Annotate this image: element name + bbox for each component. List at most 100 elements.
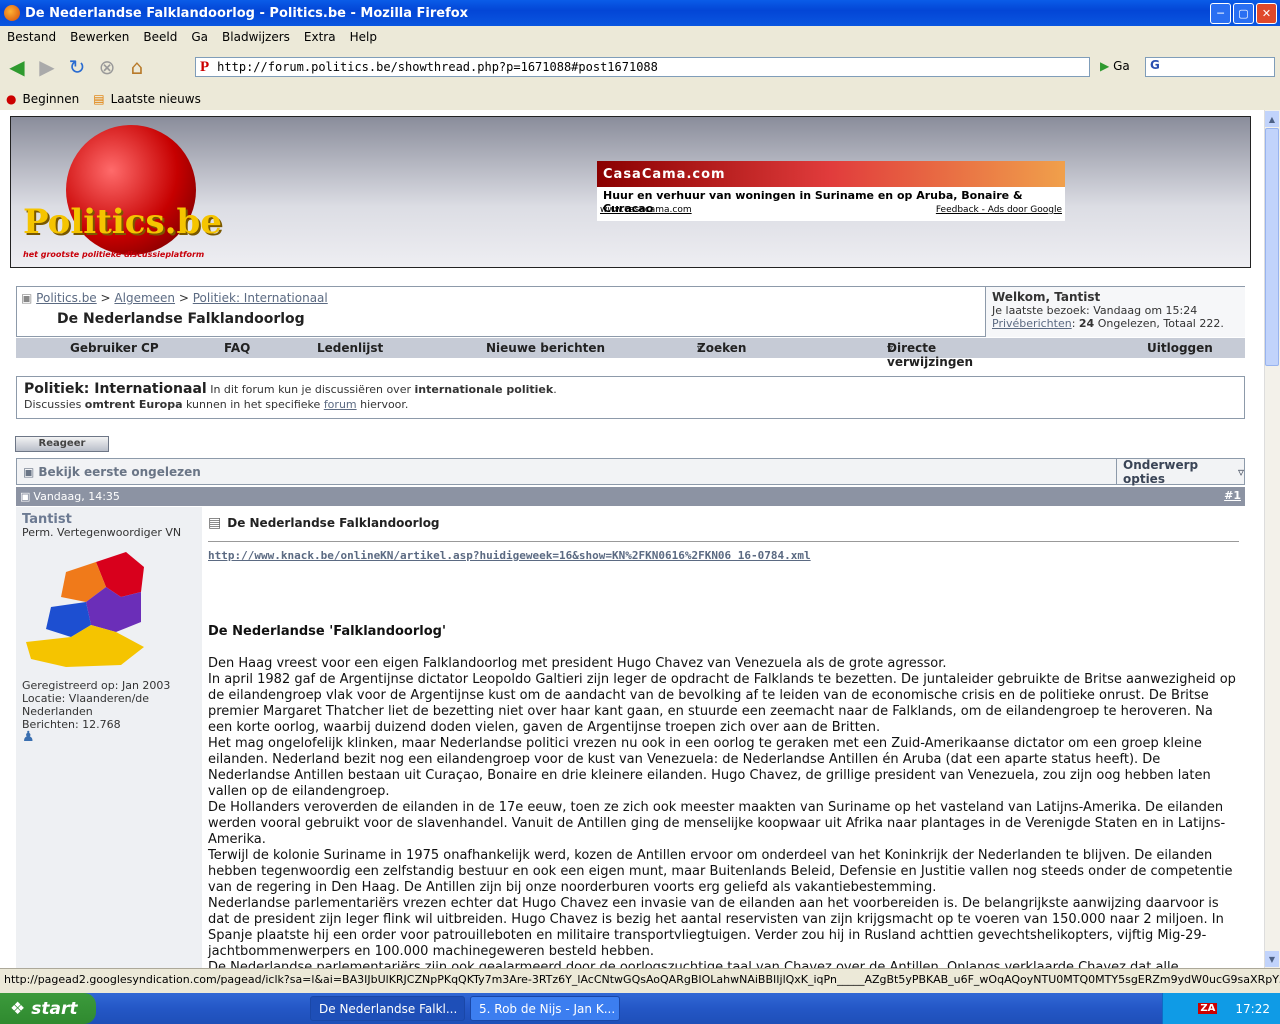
user-location: Locatie: Vlaanderen/de Nederlanden <box>22 692 150 718</box>
post-body: ▤ De Nederlandse Falklandoorlog http://w… <box>202 507 1245 968</box>
menu-bladwijzers[interactable]: Bladwijzers <box>215 30 297 44</box>
nav-uitloggen[interactable]: Uitloggen <box>1147 341 1213 355</box>
go-icon: ▶ <box>1100 59 1110 73</box>
last-visit: Je laatste bezoek: Vandaag om 15:24 <box>992 304 1198 317</box>
window-title: De Nederlandse Falklandoorlog - Politics… <box>25 5 469 21</box>
first-unread-bar: ▣ Bekijk eerste ongelezen Onderwerp opti… <box>16 458 1245 486</box>
crumb-sep: > <box>100 291 111 305</box>
google-icon: G <box>1150 58 1160 72</box>
task-firefox[interactable]: De Nederlandse Falkl... <box>310 996 465 1021</box>
thread-options-button[interactable]: Onderwerp opties ▿ <box>1116 458 1244 486</box>
paragraph: Het mag ongelofelijk klinken, maar Neder… <box>208 736 1211 799</box>
post-title-text: De Nederlandse Falklandoorlog <box>227 516 440 530</box>
username-link[interactable]: Tantist <box>22 513 196 526</box>
paragraph: Nederlandse parlementariërs vrezen echte… <box>208 896 1224 959</box>
bookmark-beginnen[interactable]: Beginnen <box>22 92 79 106</box>
stop-icon[interactable]: ⊗ <box>94 54 120 80</box>
close-button[interactable]: ✕ <box>1256 3 1277 24</box>
bookmarks-toolbar: ● Beginnen ▤ Laatste nieuws <box>0 88 1280 110</box>
avatar <box>26 547 146 669</box>
advertisement[interactable]: CasaCama.com Huur en verhuur van woninge… <box>597 161 1065 221</box>
menu-bewerken[interactable]: Bewerken <box>63 30 136 44</box>
forum-info: Politiek: Internationaal In dit forum ku… <box>16 376 1245 419</box>
article-heading: De Nederlandse 'Falklandoorlog' <box>208 624 446 639</box>
document-icon: ▤ <box>208 515 222 531</box>
nav-directe-verwijzingen[interactable]: Directe verwijzingen ▿ <box>887 341 973 369</box>
minimize-button[interactable]: ─ <box>1210 3 1231 24</box>
forum-link[interactable]: forum <box>324 398 357 411</box>
ad-title[interactable]: CasaCama.com <box>597 161 1065 187</box>
ad-url[interactable]: www.casacama.com <box>600 205 692 219</box>
menu-bestand[interactable]: Bestand <box>0 30 63 44</box>
user-title: Perm. Vertegenwoordiger VN <box>22 526 182 539</box>
search-input[interactable]: G <box>1145 57 1275 77</box>
firefox-icon <box>4 5 20 21</box>
ad-text[interactable]: Huur en verhuur van woningen in Suriname… <box>597 187 1065 215</box>
ad-feedback-link[interactable]: Feedback - Ads door Google <box>936 205 1062 219</box>
forum-name: Politiek: Internationaal <box>24 381 207 397</box>
clock: 17:22 <box>1235 1001 1270 1016</box>
scroll-down-icon[interactable]: ▼ <box>1265 951 1279 967</box>
nav-ledenlijst[interactable]: Ledenlijst <box>317 341 383 355</box>
paragraph: Den Haag vreest voor een eigen Falklando… <box>208 656 947 671</box>
url-bar[interactable]: P http://forum.politics.be/showthread.ph… <box>195 57 1090 77</box>
first-unread-link[interactable]: Bekijk eerste ongelezen <box>38 465 200 479</box>
menu-beeld[interactable]: Beeld <box>136 30 184 44</box>
crumb-politics[interactable]: Politics.be <box>36 291 97 305</box>
nav-nieuwe-berichten[interactable]: Nieuwe berichten <box>486 341 605 355</box>
forum-navbar: Gebruiker CP FAQ Ledenlijst Nieuwe beric… <box>16 338 1245 369</box>
go-button[interactable]: ▶ Ga <box>1100 59 1130 73</box>
page-title: De Nederlandse Falklandoorlog <box>57 311 305 327</box>
user-profile-icon[interactable]: ♟ <box>22 730 196 744</box>
breadcrumb: ▣ Politics.be > Algemeen > Politiek: Int… <box>16 286 1245 337</box>
site-banner: Politics.be het grootste politieke discu… <box>10 116 1251 268</box>
go-label: Ga <box>1113 59 1130 73</box>
post-header: ▣ Vandaag, 14:35 #1 <box>16 487 1245 506</box>
menubar: Bestand Bewerken Beeld Ga Bladwijzers Ex… <box>0 26 1280 48</box>
url-text: http://forum.politics.be/showthread.php?… <box>217 60 658 74</box>
article-link[interactable]: http://www.knack.be/onlineKN/artikel.asp… <box>208 549 811 562</box>
task-winamp[interactable]: 5. Rob de Nijs - Jan K... <box>470 996 620 1021</box>
user-registered: Geregistreerd op: Jan 2003 <box>22 679 171 692</box>
home-icon[interactable]: ⌂ <box>124 54 150 80</box>
folder-icon: ▣ <box>21 291 33 305</box>
post-date: Vandaag, 14:35 <box>33 490 120 503</box>
back-icon[interactable]: ◀ <box>4 54 30 80</box>
crumb-internationaal[interactable]: Politiek: Internationaal <box>193 291 328 305</box>
site-logo[interactable]: Politics.be <box>23 202 222 242</box>
system-tray: ZA 17:22 <box>1162 993 1280 1024</box>
language-indicator[interactable]: ZA <box>1198 1003 1218 1014</box>
post-status-icon: ▣ <box>20 490 31 503</box>
page-content: Politics.be het grootste politieke discu… <box>0 110 1264 968</box>
crumb-algemeen[interactable]: Algemeen <box>114 291 175 305</box>
menu-help[interactable]: Help <box>343 30 384 44</box>
netherlands-map-icon <box>26 552 144 667</box>
forward-icon[interactable]: ▶ <box>34 54 60 80</box>
window-titlebar: De Nederlandse Falklandoorlog - Politics… <box>0 0 1280 26</box>
maximize-button[interactable]: ▢ <box>1233 3 1254 24</box>
reply-button[interactable]: Reageer <box>15 436 109 452</box>
paragraph: In april 1982 gaf de Argentijnse dictato… <box>208 672 1236 735</box>
user-panel: Tantist Perm. Vertegenwoordiger VN Gereg… <box>16 507 202 968</box>
paragraph: De Nederlandse parlementariërs zijn ook … <box>208 960 1179 968</box>
private-messages-link[interactable]: Privéberichten <box>992 317 1072 330</box>
post-number-link[interactable]: #1 <box>1224 489 1241 502</box>
reload-icon[interactable]: ↻ <box>64 54 90 80</box>
scroll-up-icon[interactable]: ▲ <box>1265 111 1279 127</box>
paragraph: Terwijl de kolonie Suriname in 1975 onaf… <box>208 848 1233 895</box>
crumb-sep: > <box>178 291 189 305</box>
site-tagline: het grootste politieke discussieplatform <box>23 250 205 259</box>
scrollbar-thumb[interactable] <box>1265 128 1279 366</box>
start-button[interactable]: ❖ start <box>0 993 96 1024</box>
post-title: ▤ De Nederlandse Falklandoorlog <box>208 515 1239 542</box>
menu-extra[interactable]: Extra <box>297 30 343 44</box>
nav-zoeken[interactable]: Zoeken ▿ <box>697 341 746 355</box>
nav-faq[interactable]: FAQ <box>224 341 250 355</box>
first-unread-icon: ▣ <box>23 464 35 479</box>
forum-desc: In dit forum kun je discussiëren over <box>210 383 411 396</box>
bookmark-laatste-nieuws[interactable]: Laatste nieuws <box>111 92 201 106</box>
menu-ga[interactable]: Ga <box>184 30 215 44</box>
welcome-greeting: Welkom, Tantist <box>992 290 1101 304</box>
forum-desc-bold: internationale politiek <box>414 383 554 396</box>
nav-gebruiker-cp[interactable]: Gebruiker CP <box>70 341 159 355</box>
